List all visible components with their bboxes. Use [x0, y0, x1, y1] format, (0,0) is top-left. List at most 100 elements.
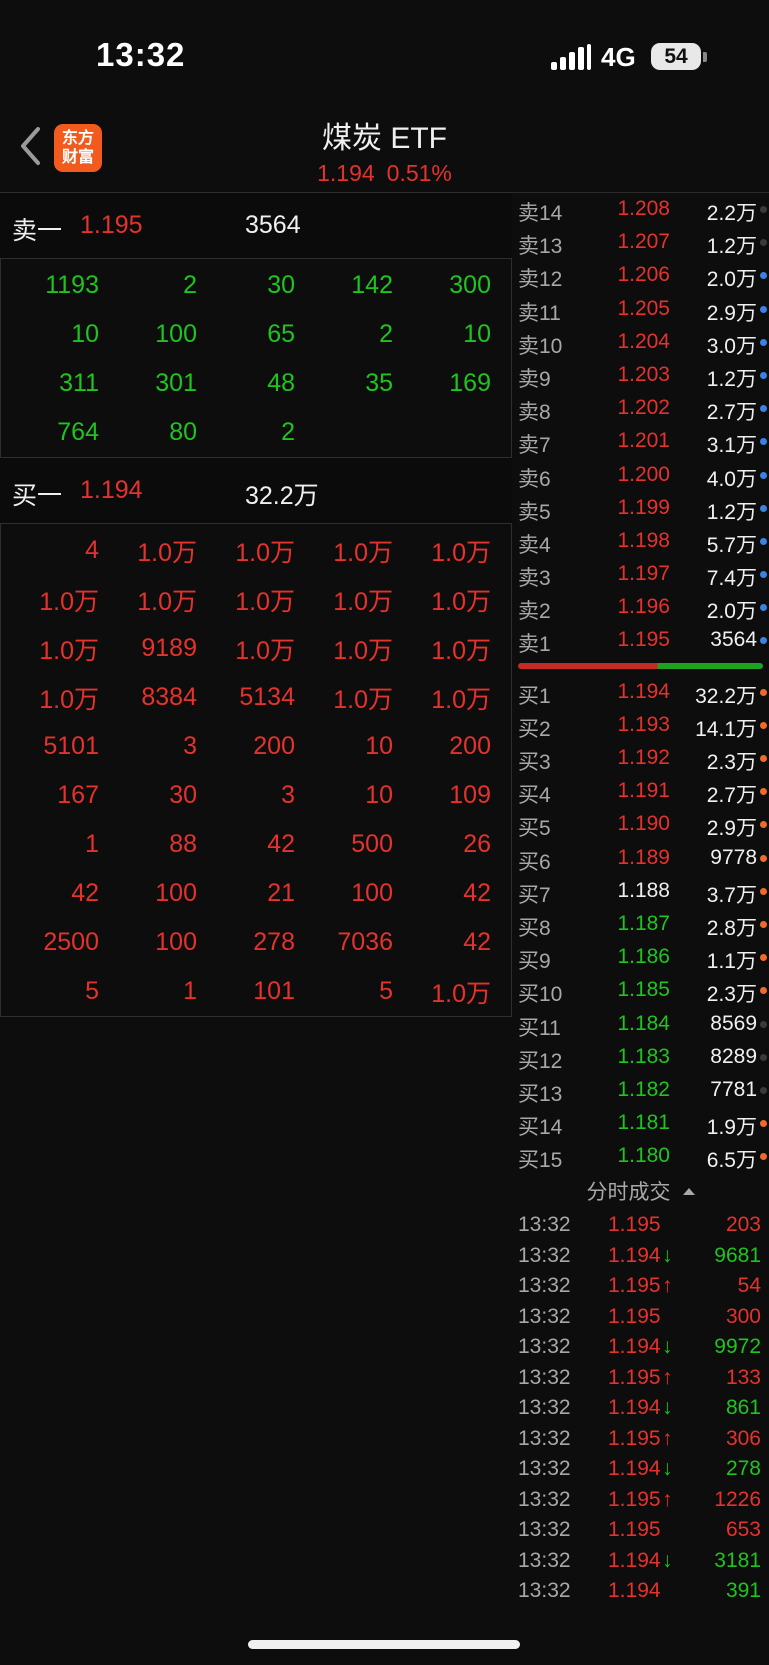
queue-cell: 10: [463, 320, 491, 348]
bid-level-row[interactable]: 买4 1.191 2.7万: [512, 774, 769, 807]
ask-level-row[interactable]: 卖3 1.197 7.4万: [512, 557, 769, 590]
level-label: 买15: [518, 1149, 563, 1173]
bid-level-row[interactable]: 买1 1.194 32.2万: [512, 675, 769, 708]
ask-level-row[interactable]: 卖13 1.207 1.2万: [512, 225, 769, 258]
trade-row[interactable]: 13:32 1.194 ↓ 9972: [512, 1332, 769, 1363]
level-label: 买6: [518, 850, 551, 874]
trades-title[interactable]: 分时成交: [512, 1176, 769, 1210]
trade-time: 13:32: [518, 1548, 571, 1572]
level-dot-icon: [760, 637, 767, 645]
level-label: 买3: [518, 751, 551, 774]
bid-level-row[interactable]: 买9 1.186 1.1万: [512, 940, 769, 973]
trade-row[interactable]: 13:32 1.194 ↓ 861: [512, 1393, 769, 1424]
level-price: 1.184: [617, 1011, 670, 1035]
level-volume: 1.2万: [706, 367, 757, 391]
trade-row[interactable]: 13:32 1.194 ↓ 278: [512, 1454, 769, 1485]
bid-level-row[interactable]: 买13 1.182 7781: [512, 1073, 769, 1106]
ask-level-row[interactable]: 卖9 1.203 1.2万: [512, 358, 769, 391]
trades-list: 13:32 1.195 203 13:32 1.194 ↓ 9681 13:32 1.195 ↑ 5…: [512, 1210, 769, 1607]
bid-level-row[interactable]: 买10 1.185 2.3万: [512, 973, 769, 1006]
trade-volume: 653: [725, 1518, 761, 1542]
ask-level-row[interactable]: 卖10 1.204 3.0万: [512, 325, 769, 358]
level-label: 卖14: [518, 202, 563, 225]
queue-cell: 42: [71, 879, 99, 907]
queue-row: 1.0万 9189 1.0万 1.0万 1.0万: [1, 624, 511, 673]
queue-cell: 100: [351, 879, 393, 907]
home-indicator[interactable]: [248, 1640, 520, 1649]
status-time: 13:32: [96, 36, 186, 73]
bid-level-row[interactable]: 买8 1.187 2.8万: [512, 907, 769, 940]
level-price: 1.192: [617, 746, 670, 769]
bid-level-row[interactable]: 买15 1.180 6.5万: [512, 1139, 769, 1172]
trade-price: 1.195: [608, 1518, 661, 1542]
trade-time: 13:32: [518, 1579, 571, 1603]
trade-row[interactable]: 13:32 1.195 ↑ 133: [512, 1363, 769, 1394]
level-volume: 5.7万: [706, 533, 757, 557]
queue-cell: 1.0万: [137, 587, 197, 616]
buy-one-row[interactable]: 买一 1.194 32.2万: [0, 457, 512, 524]
trade-volume: 1226: [714, 1487, 761, 1511]
trade-volume: 133: [725, 1365, 761, 1389]
status-bar: 13:32 4G 54: [0, 0, 769, 100]
bid-level-row[interactable]: 买12 1.183 8289: [512, 1040, 769, 1073]
queue-row: 5 1 101 5 1.0万: [1, 967, 511, 1016]
trade-time: 13:32: [518, 1213, 571, 1237]
bid-level-row[interactable]: 买11 1.184 8569: [512, 1007, 769, 1040]
ask-level-row[interactable]: 卖12 1.206 2.0万: [512, 258, 769, 291]
queue-cell: 48: [267, 369, 295, 397]
level-label: 买1: [518, 684, 551, 708]
bid-level-row[interactable]: 买5 1.190 2.9万: [512, 807, 769, 840]
bid-level-row[interactable]: 买7 1.188 3.7万: [512, 874, 769, 907]
bid-level-row[interactable]: 买6 1.189 9778: [512, 841, 769, 874]
ask-level-row[interactable]: 卖4 1.198 5.7万: [512, 524, 769, 557]
level-price: 1.196: [617, 595, 670, 619]
queue-cell: 1.0万: [431, 685, 491, 714]
level-dot-icon: [760, 471, 767, 479]
level-dot-icon: [760, 1086, 767, 1094]
queue-cell: 4: [85, 536, 99, 564]
ask-level-row[interactable]: 卖7 1.201 3.1万: [512, 424, 769, 457]
queue-cell: 1.0万: [333, 685, 393, 714]
ask-level-row[interactable]: 卖11 1.205 2.9万: [512, 292, 769, 325]
bid-level-row[interactable]: 买3 1.192 2.3万: [512, 741, 769, 774]
ask-level-row[interactable]: 卖1 1.195 3564: [512, 623, 769, 656]
trade-row[interactable]: 13:32 1.195 300: [512, 1302, 769, 1333]
trade-row[interactable]: 13:32 1.195 ↑ 54: [512, 1271, 769, 1302]
queue-cell: 3: [183, 732, 197, 760]
ask-level-row[interactable]: 卖2 1.196 2.0万: [512, 590, 769, 623]
trade-row[interactable]: 13:32 1.195 203: [512, 1210, 769, 1241]
level-volume: 2.9万: [706, 817, 757, 841]
bids-list: 买1 1.194 32.2万 买2 1.193 14.1万 买3 1.192 2.3万 买4 1.1…: [512, 675, 769, 1173]
arrow-up-icon: ↑: [662, 1274, 673, 1298]
signal-icon: [551, 44, 591, 70]
arrow-up-icon: ↑: [662, 1426, 673, 1450]
ask-level-row[interactable]: 卖5 1.199 1.2万: [512, 491, 769, 524]
bid-level-row[interactable]: 买14 1.181 1.9万: [512, 1106, 769, 1139]
level-volume: 2.0万: [706, 600, 757, 624]
level-dot-icon: [760, 1020, 767, 1028]
trade-price: 1.194: [608, 1396, 661, 1420]
trade-time: 13:32: [518, 1365, 571, 1389]
queue-cell: 42: [267, 830, 295, 858]
trade-row[interactable]: 13:32 1.194 391: [512, 1576, 769, 1607]
level-label: 卖7: [518, 434, 551, 458]
queue-cell: 7036: [337, 928, 393, 956]
trade-row[interactable]: 13:32 1.195 653: [512, 1515, 769, 1546]
queue-cell: 311: [59, 369, 99, 397]
trade-row[interactable]: 13:32 1.195 ↑ 1226: [512, 1485, 769, 1516]
page-title: 煤炭 ETF: [322, 122, 447, 155]
trade-row[interactable]: 13:32 1.194 ↓ 3181: [512, 1546, 769, 1577]
level-price: 1.193: [617, 712, 670, 736]
trade-row[interactable]: 13:32 1.194 ↓ 9681: [512, 1241, 769, 1272]
ask-level-row[interactable]: 卖8 1.202 2.7万: [512, 391, 769, 424]
level-label: 买5: [518, 817, 551, 841]
trade-row[interactable]: 13:32 1.195 ↑ 306: [512, 1424, 769, 1455]
ask-level-row[interactable]: 卖6 1.200 4.0万: [512, 458, 769, 491]
level-price: 1.203: [617, 362, 670, 386]
level-label: 买14: [518, 1116, 563, 1140]
sell-one-row[interactable]: 卖一 1.195 3564: [0, 192, 512, 259]
queue-cell: 1.0万: [39, 587, 99, 616]
ask-level-row[interactable]: 卖14 1.208 2.2万: [512, 192, 769, 225]
bid-level-row[interactable]: 买2 1.193 14.1万: [512, 708, 769, 741]
level-label: 卖10: [518, 334, 563, 358]
